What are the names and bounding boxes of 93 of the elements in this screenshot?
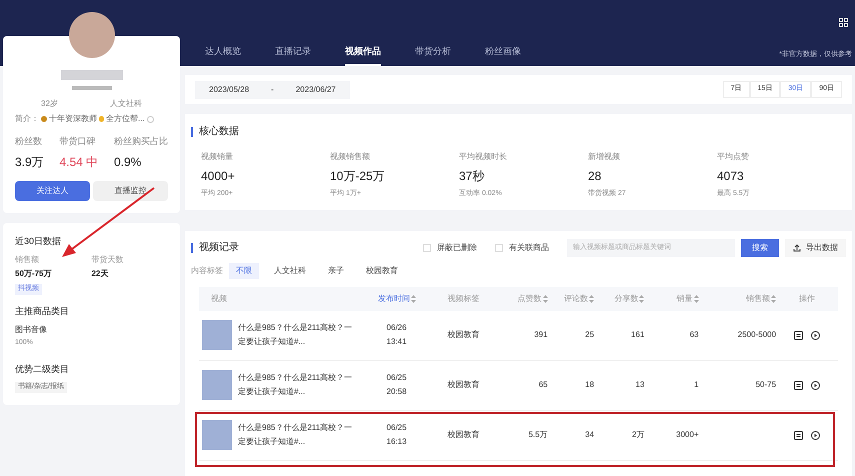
main-category-title: 主推商品类目 xyxy=(15,304,70,318)
intro-text: 十年资深教师 xyxy=(49,113,97,125)
section-title: 视频记录 xyxy=(199,240,239,255)
video-thumbnail[interactable] xyxy=(202,420,232,450)
video-thumbnail[interactable] xyxy=(202,320,232,350)
tag-filter-option[interactable]: 亲子 xyxy=(321,262,351,278)
intro-more-text: 全方位帮... xyxy=(106,113,145,125)
video-title[interactable]: 什么是985？什么是211高校？一定要让孩子知道#... xyxy=(238,371,358,399)
publish-time: 16:13 xyxy=(386,436,407,448)
date-range-field[interactable]: 2023/05/28 - 2023/06/27 xyxy=(195,80,350,98)
tag-filter-option[interactable]: 人文社科 xyxy=(267,262,313,278)
stat-value: 4.54 中 xyxy=(59,154,98,170)
metric-value: 4000+ xyxy=(201,168,236,185)
table-cell: 2万 xyxy=(632,430,644,439)
grid-icon[interactable] xyxy=(839,18,848,27)
stat-label: 粉丝购买占比 xyxy=(114,135,168,148)
metric-label: 新增视频 xyxy=(588,151,621,163)
summary-title: 近30日数据 xyxy=(15,234,62,248)
table-cell: 25 xyxy=(585,330,594,339)
checkbox-label: 屏蔽已删除 xyxy=(437,242,477,254)
metric-label: 平均视频时长 xyxy=(459,151,508,163)
table-cell-text: 校园教育 xyxy=(446,429,480,441)
table-cell: 5.5万 xyxy=(528,430,548,439)
video-title[interactable]: 什么是985？什么是211高校？一定要让孩子知道#... xyxy=(238,321,358,349)
sub-category-title: 优势二级类目 xyxy=(15,362,70,376)
metric-value: 50万-75万 xyxy=(15,268,52,280)
search-button[interactable]: 搜索 xyxy=(741,238,779,256)
table-cell: 34 xyxy=(585,430,594,439)
nav-tab[interactable]: 直播记录 xyxy=(275,44,311,66)
table-cell: 391 xyxy=(534,330,548,339)
table-cell: 3000+ xyxy=(676,430,699,439)
metric-value: 4073 xyxy=(717,168,745,185)
nav-tab[interactable]: 粉丝画像 xyxy=(485,44,521,66)
table-cell-text: 校园教育 xyxy=(446,329,480,341)
stat-label: 带货口碑 xyxy=(59,135,96,148)
name-placeholder xyxy=(60,70,122,80)
metric-label: 带货天数 xyxy=(91,254,124,266)
tag-filter-option[interactable]: 校园教育 xyxy=(359,262,405,278)
table-cell: 1 xyxy=(694,380,699,389)
play-icon[interactable] xyxy=(811,330,820,340)
publish-date: 06/25 xyxy=(386,372,407,384)
table-cell: 50-75 xyxy=(756,380,776,389)
checkbox-label: 有关联商品 xyxy=(509,242,549,254)
column-header: 视频 xyxy=(210,292,228,304)
category-text: 人文社科 xyxy=(110,98,142,110)
column-header: 视频标签 xyxy=(446,292,481,304)
table-cell: 63 xyxy=(690,330,699,339)
filter-label: 内容标签 xyxy=(191,264,223,276)
checkbox[interactable] xyxy=(495,244,503,252)
video-title[interactable]: 什么是985？什么是211高校？一定要让孩子知道#... xyxy=(238,421,358,449)
column-header: 操作 xyxy=(798,292,816,304)
age-text: 32岁 xyxy=(41,98,58,110)
play-icon[interactable] xyxy=(811,380,820,390)
column-header[interactable]: 发布时间 xyxy=(364,292,430,304)
id-placeholder xyxy=(72,86,112,90)
metric-value: 22天 xyxy=(91,268,110,280)
document-icon[interactable] xyxy=(794,430,804,440)
nav-tab[interactable]: 带货分析 xyxy=(415,44,451,66)
nav-tab[interactable]: 达人概览 xyxy=(205,44,241,66)
play-icon[interactable] xyxy=(811,430,820,440)
document-icon[interactable] xyxy=(794,330,804,340)
document-icon[interactable] xyxy=(794,380,804,390)
metric-label: 视频销售额 xyxy=(330,151,371,163)
table-cell: 2500-5000 xyxy=(738,330,776,339)
stat-value: 3.9万 xyxy=(15,154,44,170)
tag-filter-option[interactable]: 不限 xyxy=(229,262,259,278)
export-button[interactable]: 导出数据 xyxy=(785,238,846,256)
table-cell: 18 xyxy=(585,380,594,389)
metric-value: 37秒 xyxy=(459,168,486,185)
video-thumbnail[interactable] xyxy=(202,370,232,400)
metric-value: 28 xyxy=(588,168,602,185)
profile-button[interactable]: 关注达人 xyxy=(15,180,90,200)
checkbox[interactable] xyxy=(423,244,431,252)
intro-label: 简介： xyxy=(15,113,39,125)
main-category-name: 图书音像 xyxy=(15,324,48,336)
stat-label: 粉丝数 xyxy=(15,135,43,148)
upload-icon xyxy=(793,244,801,252)
table-cell: 161 xyxy=(631,330,644,339)
section-title: 核心数据 xyxy=(199,124,239,139)
metric-value: 10万-25万 xyxy=(330,168,386,185)
table-cell-text: 校园教育 xyxy=(446,379,480,391)
stat-value: 0.9% xyxy=(114,154,142,170)
publish-time: 13:41 xyxy=(386,336,407,348)
publish-date: 06/25 xyxy=(386,422,407,434)
metric-label: 平均点赞 xyxy=(717,151,750,163)
publish-time: 20:58 xyxy=(386,386,407,398)
table-cell: 13 xyxy=(636,380,644,389)
metric-label: 视频销量 xyxy=(201,151,234,163)
nav-tab[interactable]: 视频作品 xyxy=(345,44,381,66)
metric-label: 销售额 xyxy=(15,254,40,266)
publish-date: 06/26 xyxy=(386,322,407,334)
table-cell: 65 xyxy=(538,380,548,389)
profile-button[interactable]: 直播监控 xyxy=(93,180,168,200)
